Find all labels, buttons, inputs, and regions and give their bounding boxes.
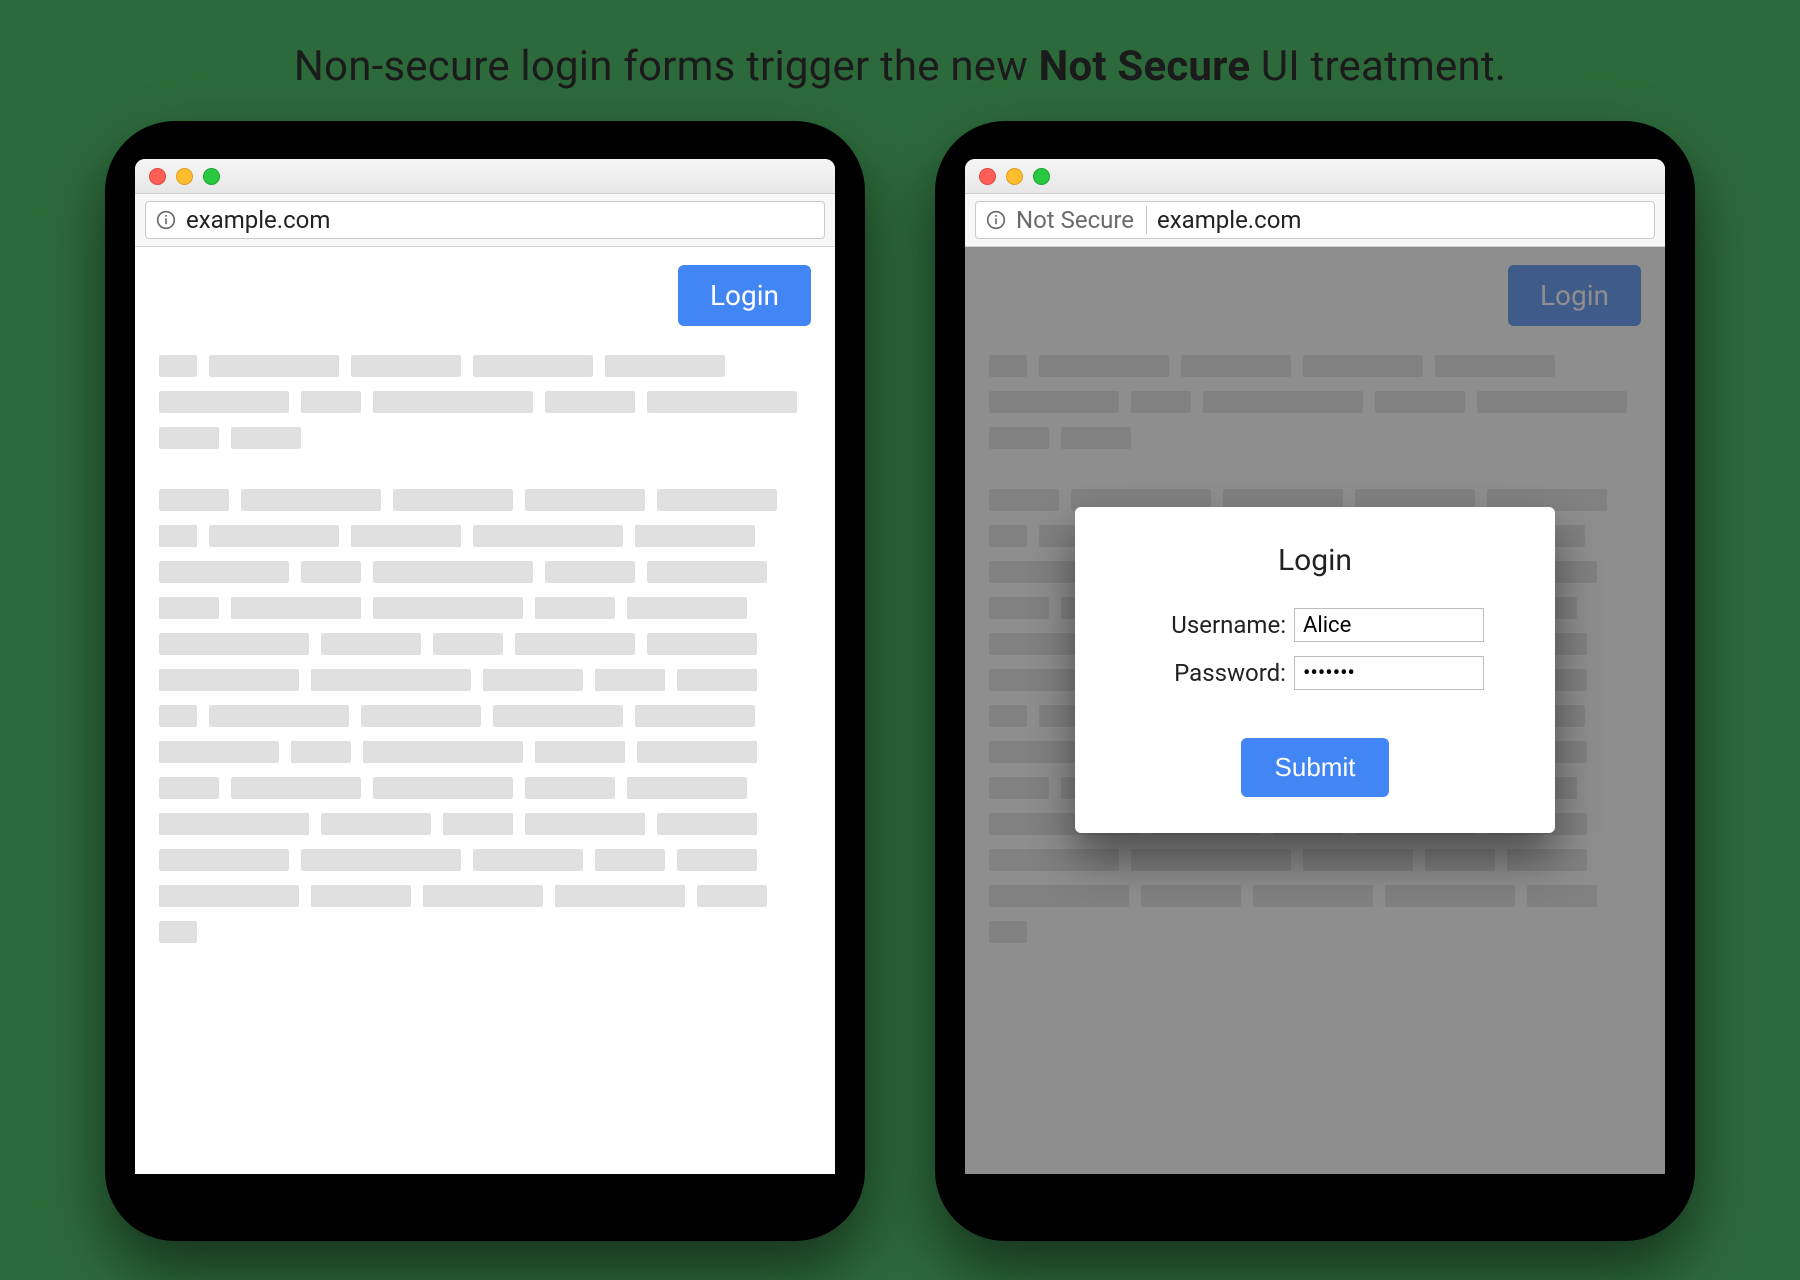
submit-button[interactable]: Submit xyxy=(1241,738,1390,797)
zoom-traffic-light[interactable] xyxy=(203,168,220,185)
caption-bold: Not Secure xyxy=(1039,42,1251,91)
username-label: Username: xyxy=(1146,611,1286,639)
close-traffic-light[interactable] xyxy=(979,168,996,185)
minimize-traffic-light[interactable] xyxy=(176,168,193,185)
zoom-traffic-light[interactable] xyxy=(1033,168,1050,185)
right-login-button[interactable]: Login xyxy=(1508,265,1641,326)
left-addressbar: example.com xyxy=(135,194,835,247)
login-modal: Login Username: Password: Submit xyxy=(1075,507,1555,833)
filler-text xyxy=(159,355,811,943)
caption-prefix: Non-secure login forms trigger the new xyxy=(294,42,1039,91)
password-label: Password: xyxy=(1146,659,1286,687)
not-secure-label: Not Secure xyxy=(1016,206,1147,234)
info-icon xyxy=(156,210,176,230)
info-icon xyxy=(986,210,1006,230)
right-device-frame: Not Secure example.com Login xyxy=(935,121,1695,1241)
right-omnibox[interactable]: Not Secure example.com xyxy=(975,201,1655,239)
caption-suffix: UI treatment. xyxy=(1250,42,1506,91)
right-url-text: example.com xyxy=(1157,206,1301,234)
login-modal-title: Login xyxy=(1109,543,1521,578)
username-input[interactable] xyxy=(1294,608,1484,642)
right-addressbar: Not Secure example.com xyxy=(965,194,1665,247)
right-page-body: Login xyxy=(965,247,1665,1174)
left-url-text: example.com xyxy=(186,206,330,234)
close-traffic-light[interactable] xyxy=(149,168,166,185)
right-titlebar xyxy=(965,159,1665,194)
left-login-button[interactable]: Login xyxy=(678,265,811,326)
left-page-body: Login xyxy=(135,247,835,1174)
caption: Non-secure login forms trigger the new N… xyxy=(0,0,1800,121)
left-omnibox[interactable]: example.com xyxy=(145,201,825,239)
minimize-traffic-light[interactable] xyxy=(1006,168,1023,185)
password-input[interactable] xyxy=(1294,656,1484,690)
left-device-frame: example.com Login xyxy=(105,121,865,1241)
right-browser-window: Not Secure example.com Login xyxy=(965,159,1665,1174)
left-titlebar xyxy=(135,159,835,194)
left-browser-window: example.com Login xyxy=(135,159,835,1174)
